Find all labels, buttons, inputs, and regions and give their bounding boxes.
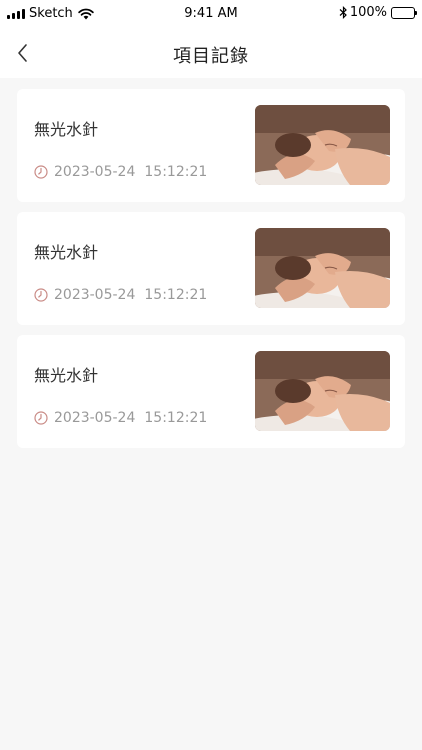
battery-icon: [391, 6, 417, 19]
record-time: 15:12:21: [144, 164, 208, 180]
page-title: 項目記錄: [173, 46, 249, 67]
nav-bar: 項目記錄: [0, 28, 422, 78]
bluetooth-icon: [339, 6, 347, 19]
facial-massage-photo: [255, 228, 390, 308]
record-list: 無光水針 2023-05-24 15:12:21 無光水針 2023-05-24…: [17, 89, 405, 458]
record-title: 無光水針: [34, 120, 99, 139]
record-title: 無光水針: [34, 243, 99, 262]
record-date: 2023-05-24: [54, 287, 136, 303]
record-datetime: 2023-05-24 15:12:21: [34, 410, 207, 426]
record-time: 15:12:21: [144, 287, 208, 303]
status-right: 100%: [339, 5, 417, 20]
record-date: 2023-05-24: [54, 164, 136, 180]
record-card[interactable]: 無光水針 2023-05-24 15:12:21: [17, 335, 405, 448]
record-datetime: 2023-05-24 15:12:21: [34, 287, 207, 303]
record-card[interactable]: 無光水針 2023-05-24 15:12:21: [17, 89, 405, 202]
status-bar: Sketch 9:41 AM 100%: [0, 0, 422, 28]
facial-massage-photo: [255, 351, 390, 431]
record-card[interactable]: 無光水針 2023-05-24 15:12:21: [17, 212, 405, 325]
record-title: 無光水針: [34, 366, 99, 385]
facial-massage-photo: [255, 105, 390, 185]
record-datetime: 2023-05-24 15:12:21: [34, 164, 207, 180]
battery-percent: 100%: [349, 5, 387, 20]
clock-icon: [34, 165, 48, 179]
record-time: 15:12:21: [144, 410, 208, 426]
clock-icon: [34, 288, 48, 302]
clock-icon: [34, 411, 48, 425]
record-date: 2023-05-24: [54, 410, 136, 426]
